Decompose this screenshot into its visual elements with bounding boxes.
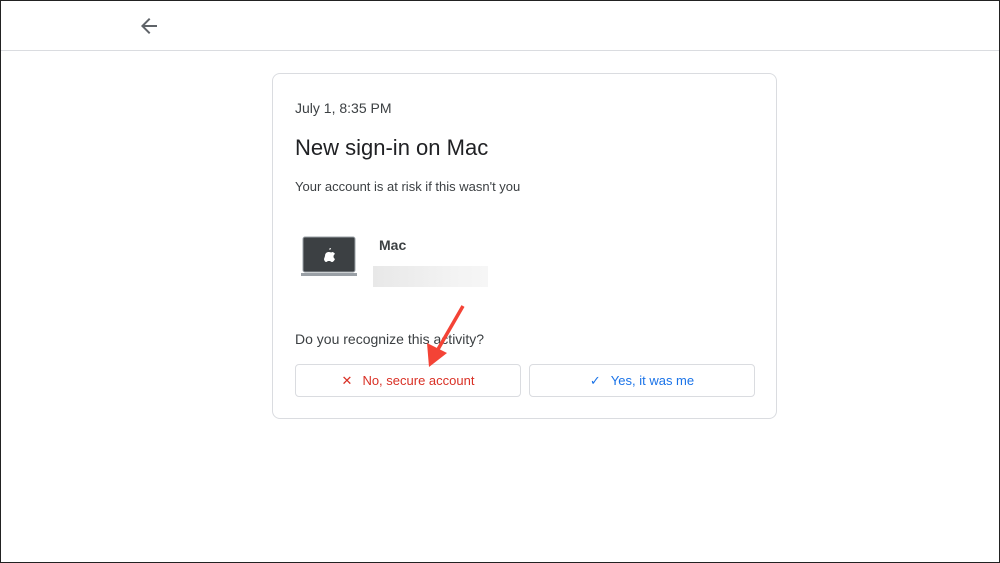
alert-title: New sign-in on Mac: [295, 135, 489, 160]
device-name: Mac: [379, 237, 407, 253]
yes-it-was-me-button[interactable]: ✓ Yes, it was me: [529, 364, 755, 397]
secure-account-button[interactable]: ✕ No, secure account: [295, 364, 521, 397]
yes-label: Yes, it was me: [610, 373, 695, 388]
close-icon: ✕: [341, 372, 353, 388]
check-icon: ✓: [589, 372, 601, 388]
back-arrow-icon[interactable]: [137, 14, 161, 38]
alert-date: July 1, 8:35 PM: [295, 100, 392, 116]
secure-account-label: No, secure account: [362, 373, 475, 388]
top-bar: [1, 1, 999, 51]
recognize-question: Do you recognize this activity?: [295, 331, 485, 347]
alert-subtitle: Your account is at risk if this wasn't y…: [295, 179, 521, 194]
redacted-location: [373, 266, 488, 287]
sign-in-alert-card: July 1, 8:35 PM New sign-in on Mac Your …: [272, 73, 777, 419]
laptop-icon: [301, 236, 357, 276]
